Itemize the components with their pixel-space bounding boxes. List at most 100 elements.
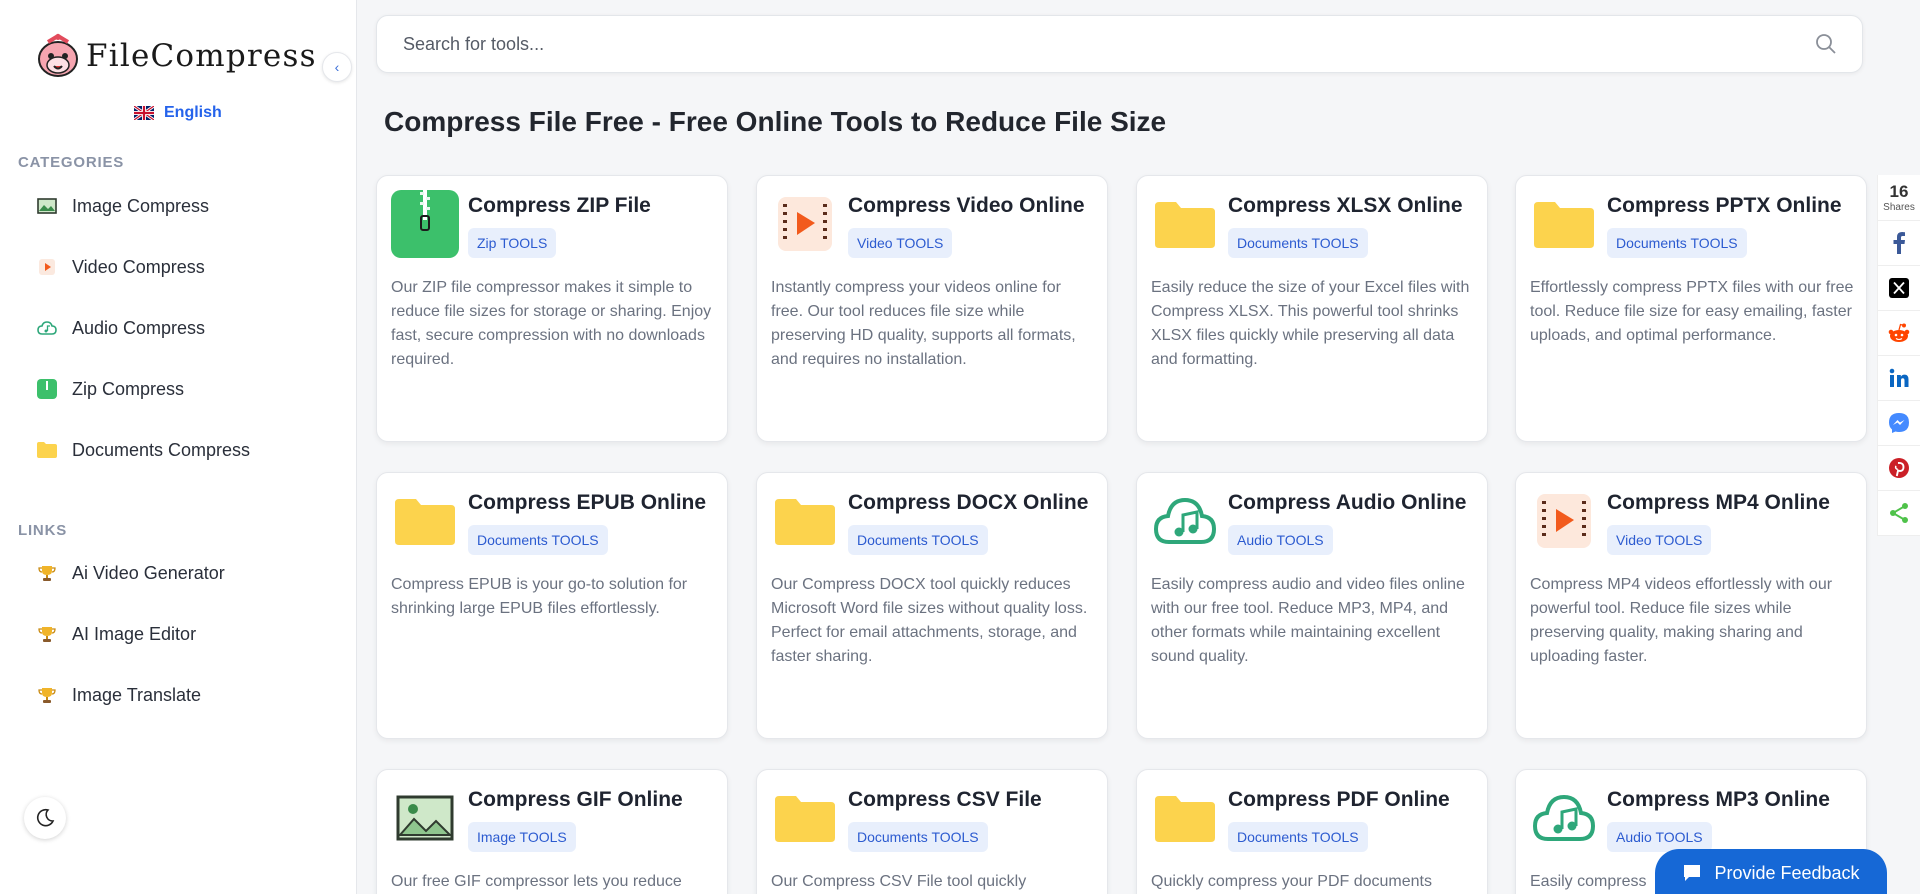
sidebar-link-label: Ai Video Generator	[72, 562, 225, 583]
tool-description: Effortlessly compress PPTX files with ou…	[1530, 279, 1854, 344]
tool-card-compress-zip[interactable]: Compress ZIP File Zip TOOLS Our ZIP file…	[376, 175, 728, 442]
share-pinterest-button[interactable]	[1878, 446, 1920, 491]
trophy-icon	[36, 684, 58, 706]
share-icon	[1890, 503, 1908, 523]
tool-card-compress-epub[interactable]: Compress EPUB Online Documents TOOLS Com…	[376, 472, 728, 739]
moon-icon	[37, 808, 55, 827]
tool-card-compress-video[interactable]: Compress Video Online Video TOOLS Instan…	[756, 175, 1108, 442]
sidebar-item-label: Audio Compress	[72, 317, 206, 338]
links-heading: LINKS	[18, 522, 67, 539]
share-linkedin-button[interactable]	[1878, 356, 1920, 401]
sidebar-item-label: Documents Compress	[72, 439, 251, 460]
tool-description: Our Compress CSV File tool quickly	[771, 873, 1027, 890]
tool-description: Easily reduce the size of your Excel fil…	[1151, 279, 1470, 368]
tool-category-badge: Documents TOOLS	[848, 525, 988, 555]
audio-cloud-icon	[36, 317, 58, 339]
trophy-icon	[36, 623, 58, 645]
tool-category-badge: Audio TOOLS	[1228, 525, 1333, 555]
zip-icon	[391, 190, 459, 258]
tool-title: Compress ZIP File	[468, 194, 651, 217]
image-icon	[36, 195, 58, 217]
language-selector[interactable]: English	[134, 104, 222, 122]
tool-category-badge: Video TOOLS	[1607, 525, 1712, 555]
share-count: 16 Shares	[1878, 175, 1920, 221]
folder-icon	[771, 487, 839, 555]
sidebar: FileCompress ‹ English CATEGORIES Image …	[0, 0, 357, 894]
tool-description: Instantly compress your videos online fo…	[771, 279, 1076, 368]
linkedin-icon	[1889, 368, 1909, 387]
uk-flag-icon	[134, 106, 154, 120]
tool-card-compress-audio[interactable]: Compress Audio Online Audio TOOLS Easily…	[1136, 472, 1488, 739]
share-messenger-button[interactable]	[1878, 401, 1920, 446]
share-reddit-button[interactable]	[1878, 311, 1920, 356]
tool-card-compress-pptx[interactable]: Compress PPTX Online Documents TOOLS Eff…	[1515, 175, 1867, 442]
video-icon	[1530, 487, 1598, 555]
tool-title: Compress CSV File	[848, 788, 1042, 811]
tool-description: Quickly compress your PDF documents	[1151, 873, 1432, 890]
sidebar-item-label: Video Compress	[72, 256, 205, 277]
folder-icon	[771, 784, 839, 852]
tool-card-compress-xlsx[interactable]: Compress XLSX Online Documents TOOLS Eas…	[1136, 175, 1488, 442]
sidebar-link-ai-image-editor[interactable]: AI Image Editor	[36, 619, 196, 649]
chat-bubble-icon	[1684, 865, 1701, 881]
tool-title: Compress EPUB Online	[468, 491, 707, 514]
page-title: Compress File Free - Free Online Tools t…	[384, 106, 1167, 137]
tool-title: Compress Audio Online	[1228, 491, 1467, 514]
share-x-button[interactable]	[1878, 266, 1920, 311]
folder-icon	[1530, 190, 1598, 258]
video-icon	[36, 256, 58, 278]
tool-category-badge: Image TOOLS	[468, 822, 576, 852]
tool-title: Compress PDF Online	[1228, 788, 1450, 811]
sidebar-item-documents-compress[interactable]: Documents Compress	[36, 435, 250, 465]
tool-title: Compress MP3 Online	[1607, 788, 1830, 811]
sidebar-link-label: Image Translate	[72, 684, 202, 705]
tool-category-badge: Zip TOOLS	[468, 228, 557, 258]
logo[interactable]: FileCompress	[34, 32, 317, 80]
sidebar-link-label: AI Image Editor	[72, 623, 197, 644]
tool-category-badge: Video TOOLS	[848, 228, 953, 258]
sidebar-link-image-translate[interactable]: Image Translate	[36, 680, 201, 710]
tool-card-compress-gif[interactable]: Compress GIF Online Image TOOLS Our free…	[376, 769, 728, 894]
tool-category-badge: Documents TOOLS	[1607, 228, 1747, 258]
share-count-number: 16	[1889, 182, 1909, 201]
tool-description: Easily compress audio and video files on…	[1151, 576, 1465, 665]
tool-description: Our Compress DOCX tool quickly reduces M…	[771, 576, 1088, 665]
audio-cloud-icon	[1530, 784, 1598, 852]
feedback-label: Provide Feedback	[1714, 862, 1860, 883]
trophy-icon	[36, 562, 58, 584]
tool-category-badge: Documents TOOLS	[848, 822, 988, 852]
sidebar-item-video-compress[interactable]: Video Compress	[36, 252, 205, 282]
search-icon[interactable]	[1814, 32, 1838, 56]
messenger-icon	[1889, 413, 1909, 433]
sidebar-item-label: Zip Compress	[72, 378, 185, 399]
tool-card-compress-docx[interactable]: Compress DOCX Online Documents TOOLS Our…	[756, 472, 1108, 739]
audio-cloud-icon	[1151, 487, 1219, 555]
tool-title: Compress XLSX Online	[1228, 194, 1463, 217]
tool-title: Compress PPTX Online	[1607, 194, 1842, 217]
sidebar-item-audio-compress[interactable]: Audio Compress	[36, 313, 205, 343]
search-bar	[376, 15, 1863, 73]
search-input[interactable]	[403, 16, 1783, 72]
tool-category-badge: Documents TOOLS	[1228, 228, 1368, 258]
theme-toggle-button[interactable]	[24, 797, 66, 839]
video-icon	[771, 190, 839, 258]
tool-card-compress-csv[interactable]: Compress CSV File Documents TOOLS Our Co…	[756, 769, 1108, 894]
sidebar-link-ai-video-generator[interactable]: Ai Video Generator	[36, 558, 225, 588]
share-count-label: Shares	[1883, 202, 1915, 213]
collapse-sidebar-button[interactable]: ‹	[322, 52, 352, 82]
tool-card-compress-mp4[interactable]: Compress MP4 Online Video TOOLS Compress…	[1515, 472, 1867, 739]
share-facebook-button[interactable]	[1878, 221, 1920, 266]
image-icon	[391, 784, 459, 852]
tool-description: Our free GIF compressor lets you reduce	[391, 873, 682, 890]
tool-description: Our ZIP file compressor makes it simple …	[391, 279, 712, 368]
zip-icon	[36, 378, 58, 400]
provide-feedback-button[interactable]: Provide Feedback	[1655, 849, 1887, 894]
tool-title: Compress DOCX Online	[848, 491, 1089, 514]
tool-card-compress-pdf[interactable]: Compress PDF Online Documents TOOLS Quic…	[1136, 769, 1488, 894]
folder-icon	[1151, 784, 1219, 852]
share-sharethis-button[interactable]	[1878, 491, 1920, 536]
tool-title: Compress MP4 Online	[1607, 491, 1830, 514]
sidebar-item-image-compress[interactable]: Image Compress	[36, 191, 209, 221]
sidebar-item-zip-compress[interactable]: Zip Compress	[36, 374, 184, 404]
sidebar-item-label: Image Compress	[72, 195, 210, 216]
